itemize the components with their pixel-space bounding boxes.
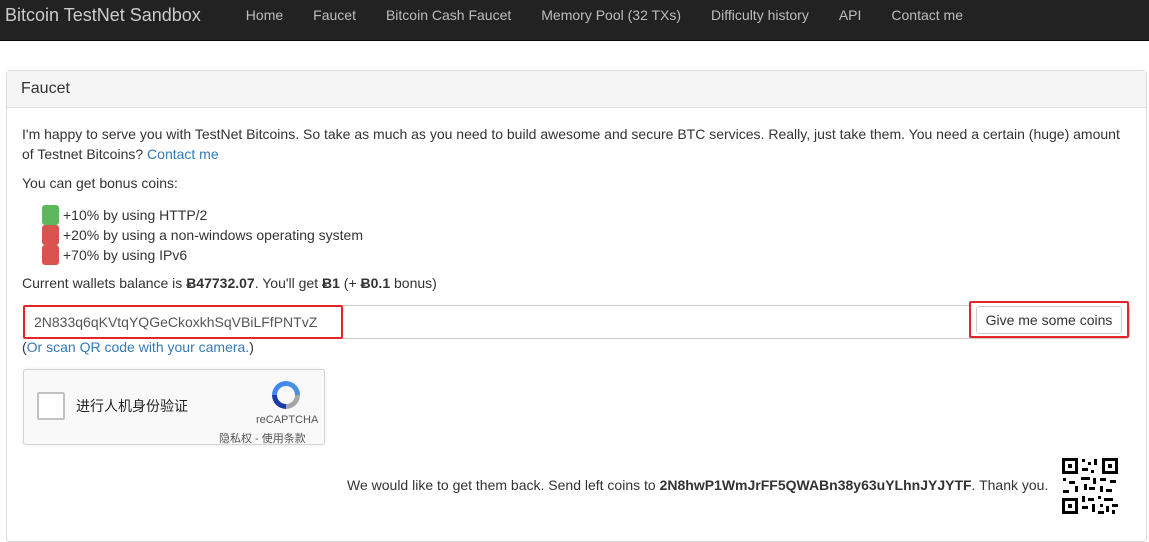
bonus-status-swatch [42, 225, 59, 245]
nav-home[interactable]: Home [231, 7, 298, 23]
recaptcha-terms[interactable]: 隐私权 - 使用条款 [219, 430, 306, 446]
balance-amount: Ƀ47732.07 [186, 275, 255, 291]
bonus-label: +10% by using HTTP/2 [63, 207, 208, 223]
balance-prefix: Current wallets balance is [22, 275, 187, 291]
intro-text: I'm happy to serve you with TestNet Bitc… [22, 124, 1132, 164]
bonus-heading: You can get bonus coins: [22, 175, 178, 191]
scan-qr-link[interactable]: Or scan QR code with your camera. [27, 339, 250, 355]
return-prefix: We would like to get them back. Send lef… [347, 477, 660, 493]
nav-faucet[interactable]: Faucet [298, 7, 371, 23]
recaptcha-widget: 进行人机身份验证 reCAPTCHA 隐私权 - 使用条款 [23, 369, 325, 445]
nav-bitcoin-cash-faucet[interactable]: Bitcoin Cash Faucet [371, 7, 526, 23]
bonus-item: +20% by using a non-windows operating sy… [42, 225, 363, 245]
recaptcha-checkbox[interactable] [37, 392, 65, 420]
panel-title: Faucet [7, 71, 1146, 108]
qr-code-icon [1060, 456, 1120, 519]
nav-memory-pool[interactable]: Memory Pool (32 TXs) [526, 7, 696, 23]
recaptcha-label: 进行人机身份验证 [76, 398, 188, 414]
give-coins-button[interactable]: Give me some coins [969, 301, 1129, 338]
contact-link[interactable]: Contact me [147, 146, 219, 162]
nav-difficulty-history[interactable]: Difficulty history [696, 7, 824, 23]
recaptcha-brand: reCAPTCHA [256, 414, 319, 426]
bonus-suffix: bonus) [390, 275, 437, 291]
address-input-group [23, 305, 1130, 339]
qr-hint: (Or scan QR code with your camera.) [22, 339, 254, 355]
address-input[interactable] [24, 306, 1129, 338]
bonus-prefix: (+ [339, 275, 361, 291]
balance-text: Current wallets balance is Ƀ47732.07. Yo… [22, 275, 437, 291]
give-coins-label: Give me some coins [975, 305, 1123, 334]
nav-api[interactable]: API [824, 7, 877, 23]
bonus-item: +70% by using IPv6 [42, 245, 363, 265]
navbar: Bitcoin TestNet Sandbox Home Faucet Bitc… [0, 0, 1149, 41]
payout-amount: Ƀ1 [322, 275, 340, 291]
brand-link[interactable]: Bitcoin TestNet Sandbox [0, 5, 231, 26]
bonus-list: +10% by using HTTP/2 +20% by using a non… [42, 205, 363, 265]
recaptcha-logo-icon [269, 378, 303, 415]
bonus-label: +20% by using a non-windows operating sy… [63, 227, 364, 243]
nav-contact[interactable]: Contact me [876, 7, 978, 23]
bonus-label: +70% by using IPv6 [63, 247, 188, 263]
return-coins-text: We would like to get them back. Send lef… [347, 477, 1048, 493]
return-suffix: . Thank you. [971, 477, 1049, 493]
bonus-status-swatch [42, 205, 59, 225]
qr-hint-close: ) [249, 339, 254, 355]
faucet-panel: Faucet I'm happy to serve you with TestN… [6, 70, 1147, 542]
bonus-item: +10% by using HTTP/2 [42, 205, 363, 225]
return-address: 2N8hwP1WmJrFF5QWABn38y63uYLhnJYJYTF [659, 477, 972, 493]
bonus-amount: Ƀ0.1 [360, 275, 391, 291]
balance-middle: . You'll get [254, 275, 322, 291]
bonus-status-swatch [42, 245, 59, 265]
